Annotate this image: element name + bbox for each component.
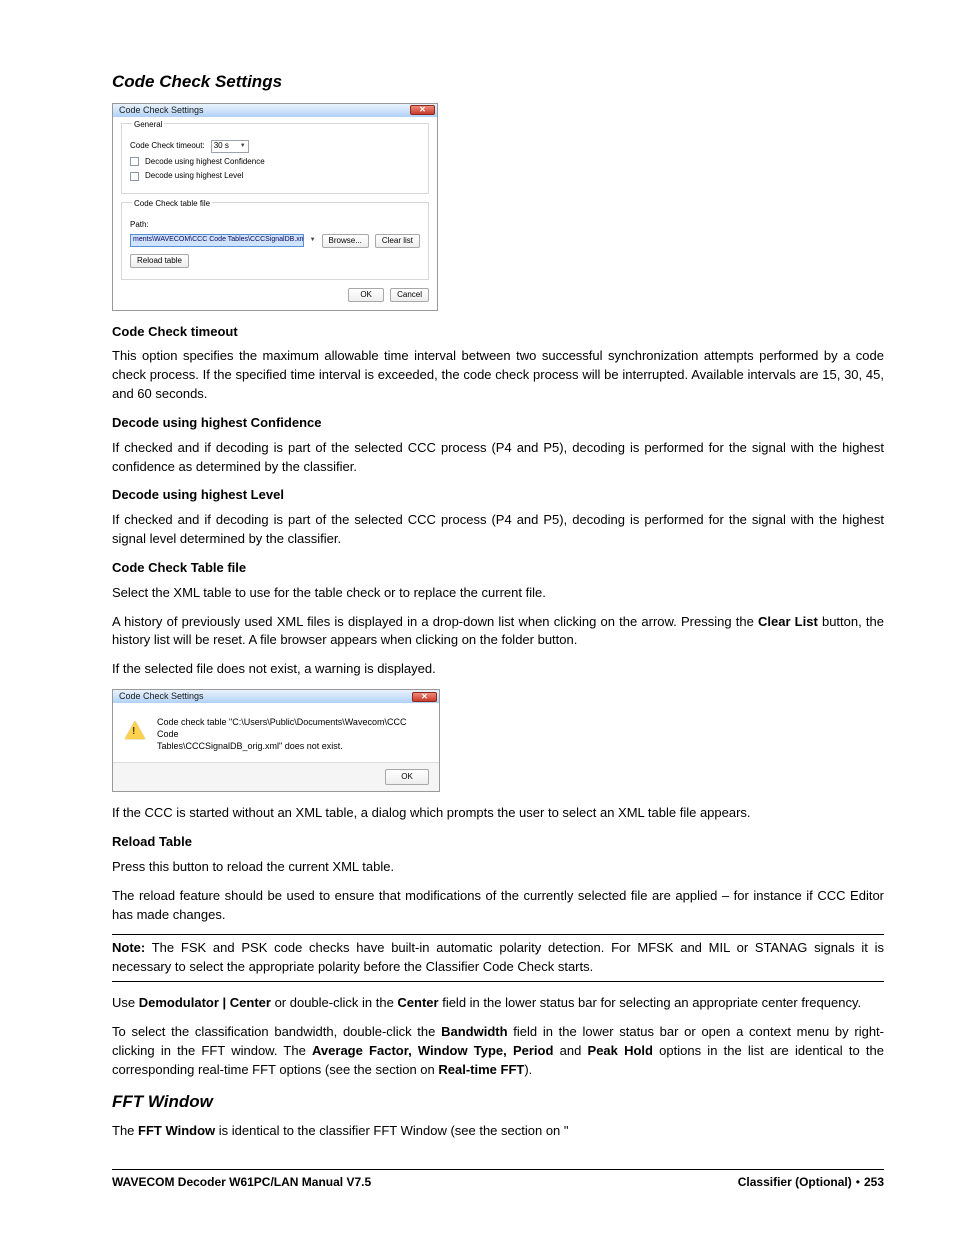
dialog-warning: Code Check Settings ✕ Code check table "… xyxy=(112,689,440,792)
heading-decode-level: Decode using highest Level xyxy=(112,486,884,505)
reload-table-button[interactable]: Reload table xyxy=(130,254,189,268)
close-icon[interactable]: ✕ xyxy=(410,105,435,115)
footer-left: WAVECOM Decoder W61PC/LAN Manual V7.5 xyxy=(112,1174,371,1191)
paragraph: The reload feature should be used to ens… xyxy=(112,887,884,925)
text-run: The FSK and PSK code checks have built-i… xyxy=(112,940,884,974)
close-icon[interactable]: ✕ xyxy=(412,692,437,702)
chevron-down-icon: ▼ xyxy=(240,142,246,151)
path-input[interactable]: ments\WAVECOM\CCC Code Tables\CCCSignalD… xyxy=(130,234,304,247)
paragraph: If checked and if decoding is part of th… xyxy=(112,439,884,477)
paragraph: If the selected file does not exist, a w… xyxy=(112,660,884,679)
heading-decode-confidence: Decode using highest Confidence xyxy=(112,414,884,433)
cancel-button[interactable]: Cancel xyxy=(390,288,429,302)
text-line: Tables\CCCSignalDB_orig.xml" does not ex… xyxy=(157,741,427,753)
footer-right: Classifier (Optional) • 253 xyxy=(738,1174,884,1191)
paragraph: Press this button to reload the current … xyxy=(112,858,884,877)
paragraph: If checked and if decoding is part of th… xyxy=(112,511,884,549)
bold-run: Clear List xyxy=(758,614,818,629)
path-label: Path: xyxy=(130,219,149,231)
dialog-titlebar: Code Check Settings ✕ xyxy=(113,690,439,703)
paragraph: A history of previously used XML files i… xyxy=(112,613,884,651)
browse-button[interactable]: Browse... xyxy=(322,234,369,248)
page-number: 253 xyxy=(864,1175,884,1189)
heading-table-file: Code Check Table file xyxy=(112,559,884,578)
bold-run: Note: xyxy=(112,940,145,955)
section-title-fft-window: FFT Window xyxy=(112,1090,884,1115)
warning-icon xyxy=(125,721,145,739)
bold-run: Classifier (Optional) xyxy=(738,1175,852,1189)
group-general-label: General xyxy=(132,119,164,131)
ok-button[interactable]: OK xyxy=(385,769,429,785)
chevron-down-icon[interactable]: ▼ xyxy=(310,236,316,245)
text-run: or double-click in the xyxy=(271,995,397,1010)
confidence-checkbox-label: Decode using highest Confidence xyxy=(145,156,265,168)
dialog-title: Code Check Settings xyxy=(119,690,412,703)
bold-run: FFT Window xyxy=(138,1123,215,1138)
bullet-icon: • xyxy=(856,1175,860,1189)
level-checkbox-label: Decode using highest Level xyxy=(145,170,243,182)
heading-code-check-timeout: Code Check timeout xyxy=(112,323,884,342)
bold-run: Demodulator | Center xyxy=(139,995,271,1010)
text-run: To select the classification bandwidth, … xyxy=(112,1024,441,1039)
text-run: A history of previously used XML files i… xyxy=(112,614,758,629)
text-run: The xyxy=(112,1123,138,1138)
group-file-label: Code Check table file xyxy=(132,198,212,210)
dialog-title: Code Check Settings xyxy=(119,104,410,117)
bold-run: Real-time FFT xyxy=(438,1062,524,1077)
text-run: Use xyxy=(112,995,139,1010)
text-run: field in the lower status bar for select… xyxy=(439,995,862,1010)
paragraph: To select the classification bandwidth, … xyxy=(112,1023,884,1080)
timeout-value: 30 s xyxy=(214,140,229,152)
bold-run: Bandwidth xyxy=(441,1024,507,1039)
text-line: Code check table "C:\Users\Public\Docume… xyxy=(157,717,427,740)
timeout-label: Code Check timeout: xyxy=(130,140,205,152)
text-run: ). xyxy=(524,1062,532,1077)
paragraph: This option specifies the maximum allowa… xyxy=(112,347,884,404)
paragraph: Select the XML table to use for the tabl… xyxy=(112,584,884,603)
ok-button[interactable]: OK xyxy=(348,288,384,302)
page-footer: WAVECOM Decoder W61PC/LAN Manual V7.5 Cl… xyxy=(112,1169,884,1191)
paragraph: If the CCC is started without an XML tab… xyxy=(112,804,884,823)
note-box: Note: The FSK and PSK code checks have b… xyxy=(112,934,884,982)
confidence-checkbox[interactable] xyxy=(130,157,139,166)
timeout-combo[interactable]: 30 s ▼ xyxy=(211,140,249,153)
paragraph: Use Demodulator | Center or double-click… xyxy=(112,994,884,1013)
bold-run: Center xyxy=(397,995,438,1010)
section-title-code-check-settings: Code Check Settings xyxy=(112,70,884,95)
clear-list-button[interactable]: Clear list xyxy=(375,234,420,248)
level-checkbox[interactable] xyxy=(130,172,139,181)
warning-text: Code check table "C:\Users\Public\Docume… xyxy=(157,717,427,752)
text-run: and xyxy=(553,1043,587,1058)
dialog-code-check-settings: Code Check Settings ✕ General Code Check… xyxy=(112,103,438,311)
heading-reload-table: Reload Table xyxy=(112,833,884,852)
text-run: is identical to the classifier FFT Windo… xyxy=(215,1123,568,1138)
bold-run: Peak Hold xyxy=(588,1043,653,1058)
bold-run: Average Factor, Window Type, Period xyxy=(312,1043,553,1058)
paragraph: The FFT Window is identical to the class… xyxy=(112,1122,884,1141)
dialog-titlebar: Code Check Settings ✕ xyxy=(113,104,437,117)
